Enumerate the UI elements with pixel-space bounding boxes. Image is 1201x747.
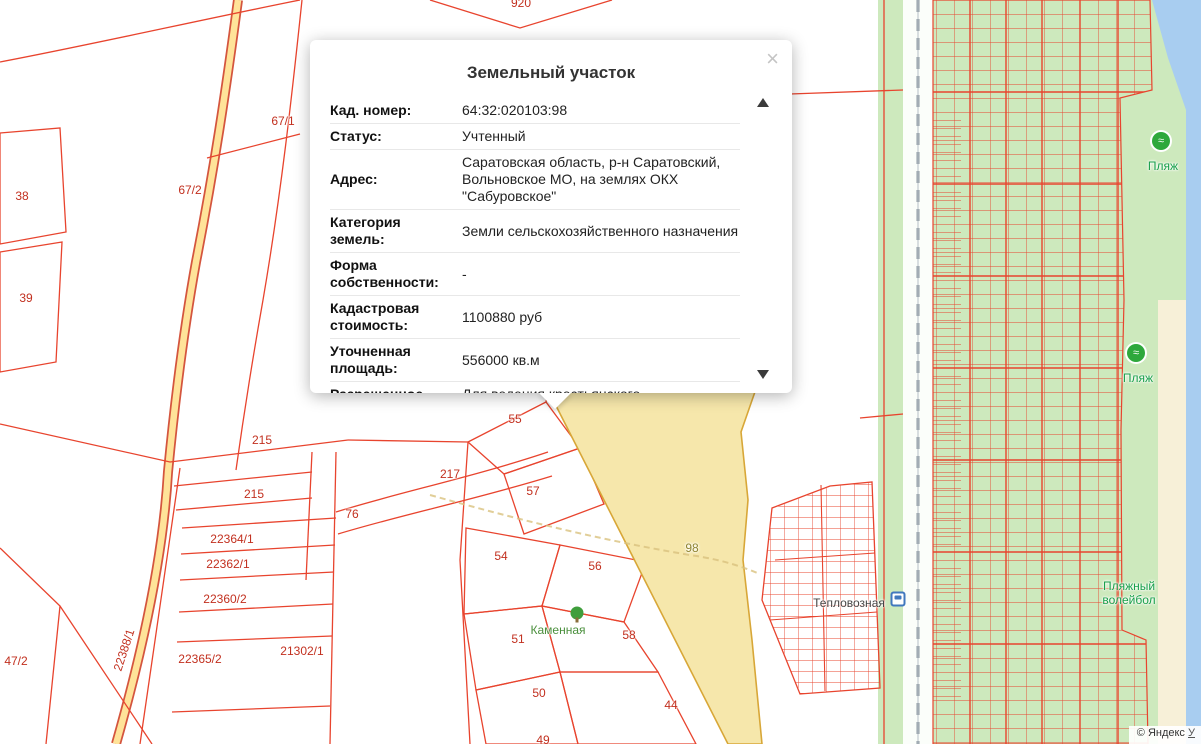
scroll-down-arrow[interactable]	[757, 370, 769, 379]
info-row: РазрешенноеДля ведения крестьянского	[330, 382, 740, 393]
popup-tail	[538, 392, 572, 409]
info-row-value: -	[462, 265, 467, 282]
info-row-label: Статус:	[330, 128, 382, 144]
info-row-value: Для ведения крестьянского	[462, 386, 740, 393]
info-row-label: Разрешенное	[330, 386, 462, 393]
info-row-value: Учтенный	[462, 128, 526, 144]
info-row: Категория земель: Земли сельскохозяйствен…	[330, 210, 740, 253]
info-row: Кад. номер: 64:32:020103:98	[330, 98, 740, 124]
highlighted-parcel[interactable]	[546, 385, 763, 744]
info-row-label: Форма собственности:	[330, 257, 439, 290]
copyright-text: © Яндекс	[1136, 727, 1185, 739]
info-row-value: 1100880 руб	[462, 308, 543, 325]
scroll-up-arrow[interactable]	[757, 98, 769, 107]
close-icon[interactable]: ×	[766, 48, 779, 70]
info-row-label: Кад. номер:	[330, 102, 412, 118]
info-row-value: 556000 кв.м	[462, 351, 540, 368]
info-row: Статус: Учтенный	[330, 124, 740, 150]
info-row-label: Уточненная площадь:	[330, 343, 411, 376]
popup-rows: Кад. номер: 64:32:020103:98 Статус: Учтенны…	[330, 98, 740, 393]
info-row: Адрес: Саратовская область, р-н Саратовск…	[330, 150, 740, 210]
parcel-info-popup: × Земельный участок Кад. номер: 64:32:020…	[310, 40, 792, 409]
info-row-label: Категория земель:	[330, 214, 401, 247]
info-row: Форма собственности: -	[330, 253, 740, 296]
popup-title: Земельный участок	[466, 63, 636, 82]
info-row-label: Адрес:	[330, 171, 378, 187]
map-attribution: © Яндекс У	[1128, 726, 1201, 744]
road-path	[111, 0, 243, 744]
settlement-grid	[761, 481, 881, 695]
terms-link[interactable]: У	[1188, 727, 1195, 739]
info-row: Уточненная площадь: 556000 кв.м	[330, 339, 740, 382]
beach-sand-area	[1158, 300, 1188, 744]
info-row-label: Кадастровая стоимость:	[330, 300, 420, 333]
info-row-value: 64:32:020103:98	[462, 102, 568, 118]
info-row-value: Земли сельскохозяйственного назначения	[462, 222, 739, 239]
info-row-value: Саратовская область, р-н Саратовский, Во…	[462, 154, 721, 204]
info-row: Кадастровая стоимость: 1100880 руб	[330, 296, 740, 339]
